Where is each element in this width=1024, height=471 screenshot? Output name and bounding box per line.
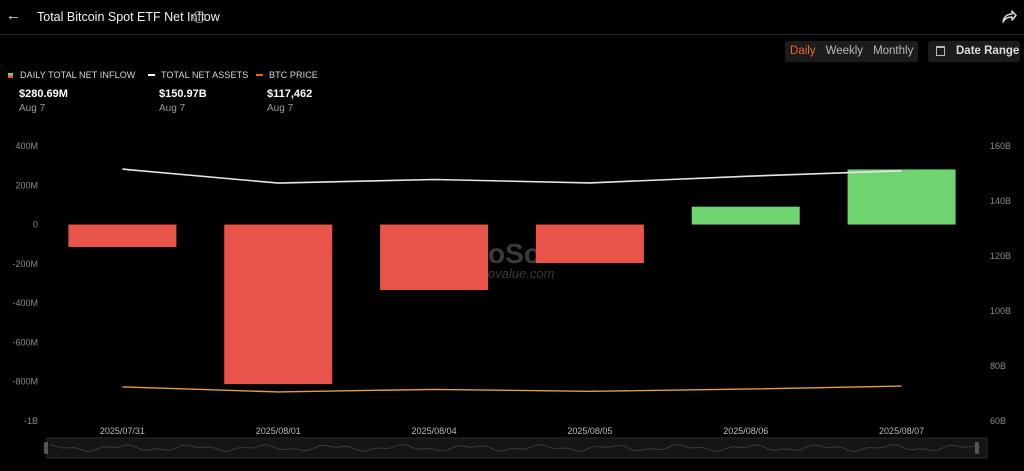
net-inflow-bar bbox=[380, 224, 489, 290]
y-right-tick-label: 120B bbox=[990, 251, 1011, 261]
net-inflow-bar bbox=[224, 224, 333, 385]
navigator-right-handle[interactable] bbox=[975, 442, 979, 454]
navigator-left-handle[interactable] bbox=[44, 442, 48, 454]
y-left-tick-label: 200M bbox=[15, 180, 38, 190]
y-right-tick-label: 160B bbox=[990, 141, 1011, 151]
x-tick-label: 2025/08/05 bbox=[567, 426, 612, 436]
y-left-tick-label: -200M bbox=[12, 259, 38, 269]
watermark-logo: oSo bbox=[488, 238, 541, 269]
y-right-tick-label: 140B bbox=[990, 196, 1011, 206]
x-tick-label: 2025/08/04 bbox=[412, 426, 457, 436]
y-axis-left: 400M 200M 0 -200M -400M -600M -800M -1B bbox=[12, 141, 38, 426]
range-navigator[interactable] bbox=[44, 437, 988, 459]
x-tick-label: 2025/08/06 bbox=[723, 426, 768, 436]
y-left-tick-label: -600M bbox=[12, 337, 38, 347]
y-left-tick-label: 0 bbox=[33, 220, 38, 230]
y-right-tick-label: 100B bbox=[990, 306, 1011, 316]
net-inflow-bar bbox=[535, 224, 644, 264]
y-left-tick-label: 400M bbox=[15, 141, 38, 151]
etf-flow-chart: oSo ovalue.com 400M 200M 0 -200M -400M -600M -… bbox=[12, 141, 1011, 459]
x-tick-label: 2025/08/01 bbox=[256, 426, 301, 436]
y-left-tick-label: -1B bbox=[24, 416, 38, 426]
y-right-tick-label: 60B bbox=[990, 416, 1006, 426]
x-axis: 2025/07/31 2025/08/01 2025/08/04 2025/08/05… bbox=[100, 426, 924, 436]
net-inflow-bar bbox=[68, 224, 177, 247]
y-left-tick-label: -400M bbox=[12, 298, 38, 308]
y-axis-right: 160B 140B 120B 100B 80B 60B bbox=[990, 141, 1011, 426]
y-left-tick-label: -800M bbox=[12, 377, 38, 387]
y-right-tick-label: 80B bbox=[990, 361, 1006, 371]
x-tick-label: 2025/07/31 bbox=[100, 426, 145, 436]
btc-price-line bbox=[122, 385, 902, 393]
net-inflow-bar bbox=[847, 169, 956, 225]
watermark-url: ovalue.com bbox=[488, 266, 555, 281]
total-net-assets-line bbox=[122, 168, 902, 184]
x-tick-label: 2025/08/07 bbox=[879, 426, 924, 436]
net-inflow-bar bbox=[691, 206, 800, 225]
